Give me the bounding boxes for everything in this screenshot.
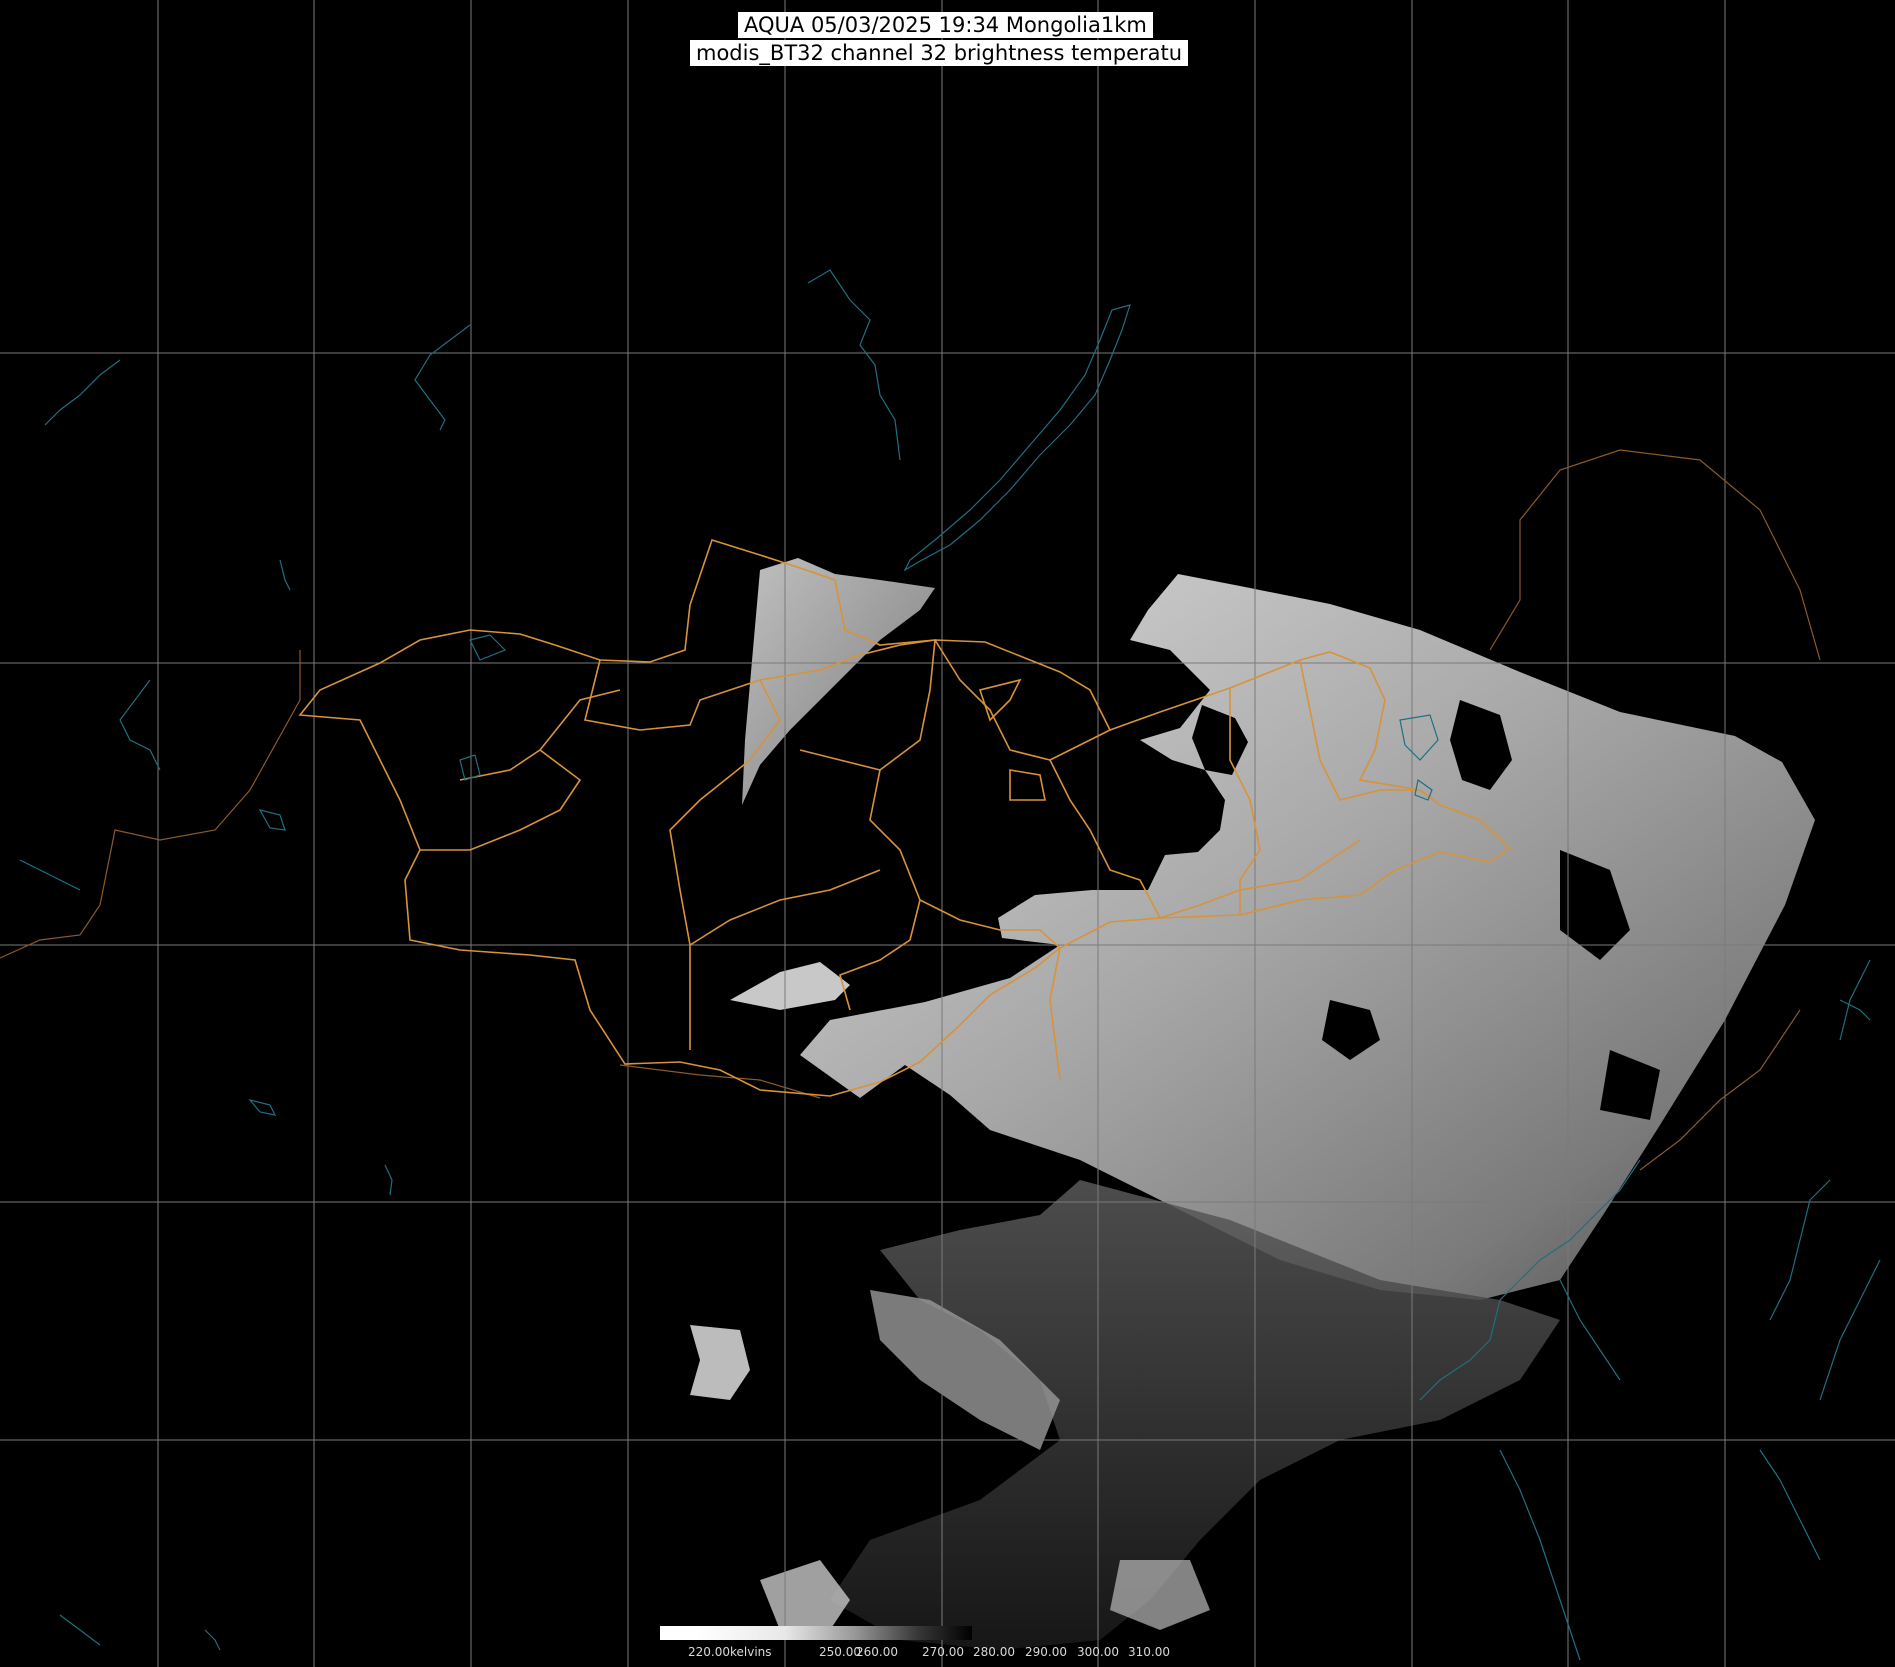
lake-baikal — [903, 304, 1131, 572]
colorbar-label: 290.00 — [1025, 1645, 1067, 1659]
colorbar-label: 250.00 — [819, 1645, 861, 1659]
colorbar-label: 260.00 — [856, 1645, 898, 1659]
map-title-line1: AQUA 05/03/2025 19:34 Mongolia1km — [738, 12, 1153, 38]
colorbar-label: 280.00 — [973, 1645, 1015, 1659]
colorbar-label: 270.00 — [922, 1645, 964, 1659]
imagery-swath-main — [800, 574, 1815, 1300]
temperature-colorbar — [660, 1626, 972, 1640]
map-title-line2: modis_BT32 channel 32 brightness tempera… — [690, 40, 1189, 66]
colorbar-label: 220.00kelvins — [688, 1645, 772, 1659]
satellite-map — [0, 0, 1895, 1667]
colorbar-labels: 220.00kelvins 250.00 260.00 270.00 280.0… — [0, 1645, 1895, 1663]
colorbar-label: 300.00 — [1077, 1645, 1119, 1659]
imagery-swath-wedge — [730, 558, 935, 1010]
colorbar-label: 310.00 — [1128, 1645, 1170, 1659]
